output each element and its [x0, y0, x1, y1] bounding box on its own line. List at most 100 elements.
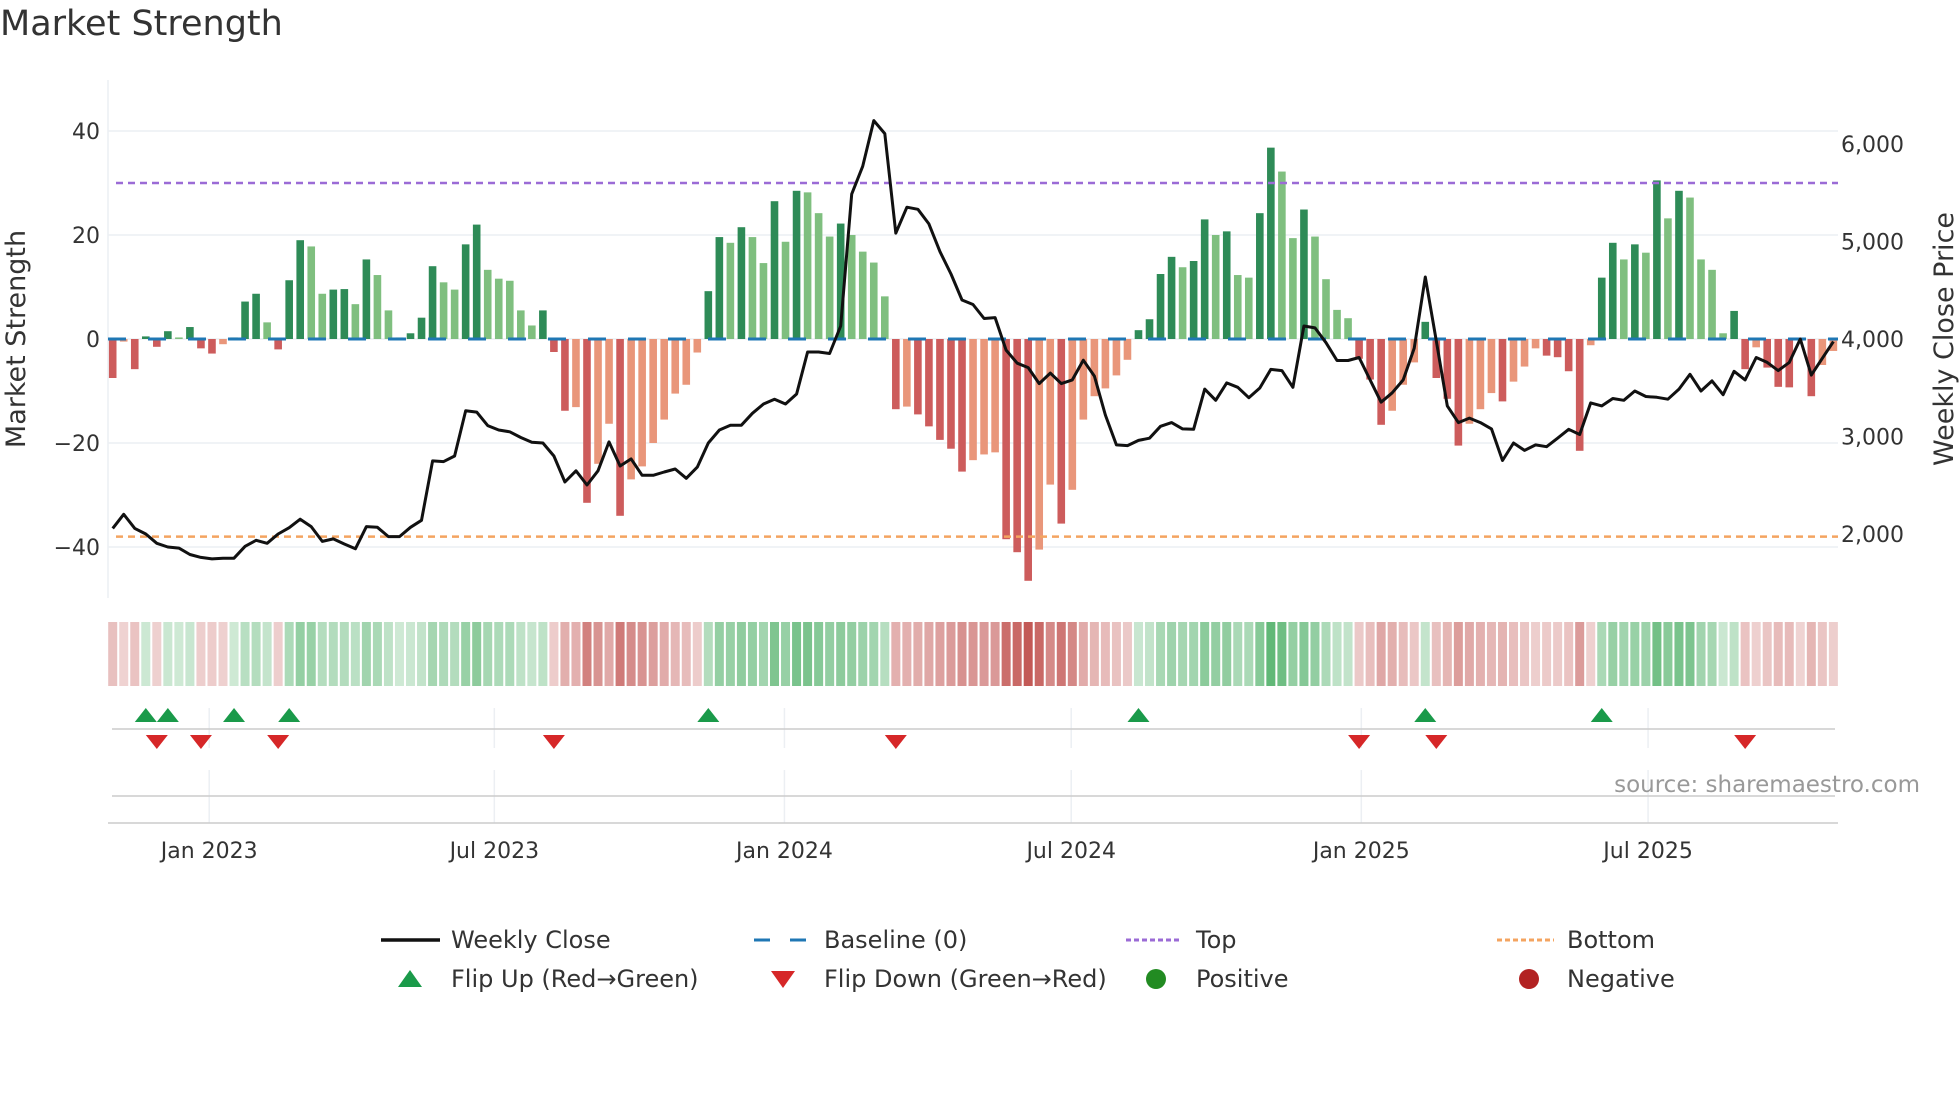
strength-strip-cell	[1343, 622, 1353, 686]
strength-strip-cell	[229, 622, 239, 686]
strength-strip-cell	[770, 622, 779, 686]
flip-down-marker	[1348, 735, 1371, 749]
strength-bar	[660, 339, 668, 420]
strength-bar	[472, 224, 481, 339]
strength-strip-cell	[1067, 622, 1077, 686]
strength-bar	[1388, 339, 1396, 411]
strength-bar	[892, 339, 900, 410]
strength-strip-cell	[1100, 622, 1110, 686]
strength-bar	[991, 339, 999, 453]
strength-strip-cell	[1542, 622, 1552, 686]
strength-bar	[1741, 339, 1749, 370]
strength-strip-cell	[924, 622, 934, 686]
strength-strip-cell	[218, 622, 228, 686]
strength-bar	[803, 192, 812, 339]
strength-strip-cell	[725, 622, 735, 686]
strength-bar	[428, 266, 437, 339]
strength-strip-cell	[1420, 622, 1430, 686]
strength-strip-cell	[317, 622, 327, 686]
strength-strip-cell	[979, 622, 989, 686]
strength-bar	[649, 339, 657, 443]
strength-bar	[1278, 171, 1286, 339]
strength-strip-cell	[1321, 622, 1331, 686]
strength-bar	[340, 289, 349, 339]
strength-bar	[1653, 180, 1661, 339]
strength-strip-cell	[571, 622, 581, 686]
strength-bar	[858, 251, 867, 339]
strength-bar	[1002, 339, 1010, 540]
strength-bar	[1487, 339, 1496, 394]
strength-strip-cell	[1652, 622, 1662, 686]
strength-bar	[1421, 321, 1430, 339]
strength-strip-cell	[847, 622, 857, 686]
strength-bar	[715, 237, 724, 339]
strength-strip-cell	[273, 622, 283, 686]
strength-strip-cell	[108, 622, 118, 686]
strength-bar	[1631, 244, 1639, 339]
strength-bar	[517, 310, 525, 339]
strength-strip-cell	[1387, 622, 1397, 686]
strength-strip-cell	[1586, 622, 1596, 686]
strength-strip-cell	[1277, 622, 1287, 686]
strength-bar	[947, 339, 955, 449]
legend-label: Flip Down (Green→Red)	[824, 965, 1107, 993]
strength-strip-cell	[549, 622, 559, 686]
legend-flip-down-icon	[771, 971, 795, 988]
strength-bar	[1642, 252, 1650, 339]
strength-strip-cell	[1674, 622, 1684, 686]
right-axis-label: Weekly Close Price	[1929, 212, 1960, 466]
strength-strip-cell	[1156, 622, 1166, 686]
strength-strip-cell	[736, 622, 746, 686]
strength-strip-cell	[538, 622, 548, 686]
strength-strip-cell	[1111, 622, 1121, 686]
strength-strip-cell	[659, 622, 669, 686]
strength-strip-cell	[1255, 622, 1265, 686]
strength-bar	[682, 339, 691, 385]
strength-strip-cell	[1145, 622, 1155, 686]
strength-bar	[1178, 267, 1187, 339]
strength-bar	[528, 325, 536, 339]
strength-bar	[1454, 339, 1463, 446]
strength-bar	[1200, 219, 1209, 339]
strength-strip-cell	[1089, 622, 1099, 686]
strength-bar	[1333, 309, 1341, 339]
strength-bar	[1730, 310, 1738, 339]
strength-bar	[1774, 339, 1783, 387]
strength-bar	[1145, 319, 1154, 339]
strength-strip-cell	[428, 622, 438, 686]
legend-label: Negative	[1567, 965, 1675, 993]
strength-strip-cell	[505, 622, 515, 686]
strength-strip-cell	[394, 622, 404, 686]
strength-bar	[130, 339, 139, 370]
strength-strip-cell	[1641, 622, 1651, 686]
strength-bar	[958, 339, 966, 472]
strength-bar	[296, 240, 305, 339]
strength-bar	[252, 293, 260, 339]
flip-down-marker	[1734, 735, 1757, 749]
strength-bar	[1620, 259, 1628, 339]
strength-bar	[1686, 197, 1694, 339]
strength-strip-cell	[1365, 622, 1375, 686]
strength-strip-cell	[328, 622, 338, 686]
strength-strip-cell	[681, 622, 691, 686]
strength-strip-cell	[483, 622, 493, 686]
strength-bar	[1300, 209, 1308, 339]
strength-strip-cell	[1553, 622, 1563, 686]
strength-bar	[439, 282, 448, 339]
strength-strip-cell	[1012, 622, 1022, 686]
strength-bar	[1244, 277, 1253, 339]
right-tick-label: 4,000	[1841, 328, 1904, 353]
strength-strip-cell	[383, 622, 393, 686]
strength-bar	[936, 339, 944, 440]
strength-strip-cell	[593, 622, 603, 686]
strength-strip-cell	[185, 622, 195, 686]
strength-bar	[274, 339, 282, 350]
legend-label: Positive	[1196, 965, 1289, 993]
strength-strip-cell	[361, 622, 371, 686]
strength-bar	[726, 242, 735, 339]
strength-strip-cell	[1630, 622, 1640, 686]
strength-strip-cell	[461, 622, 471, 686]
strength-bar	[263, 322, 271, 339]
right-tick-label: 6,000	[1841, 133, 1904, 158]
strength-bar	[373, 275, 382, 339]
